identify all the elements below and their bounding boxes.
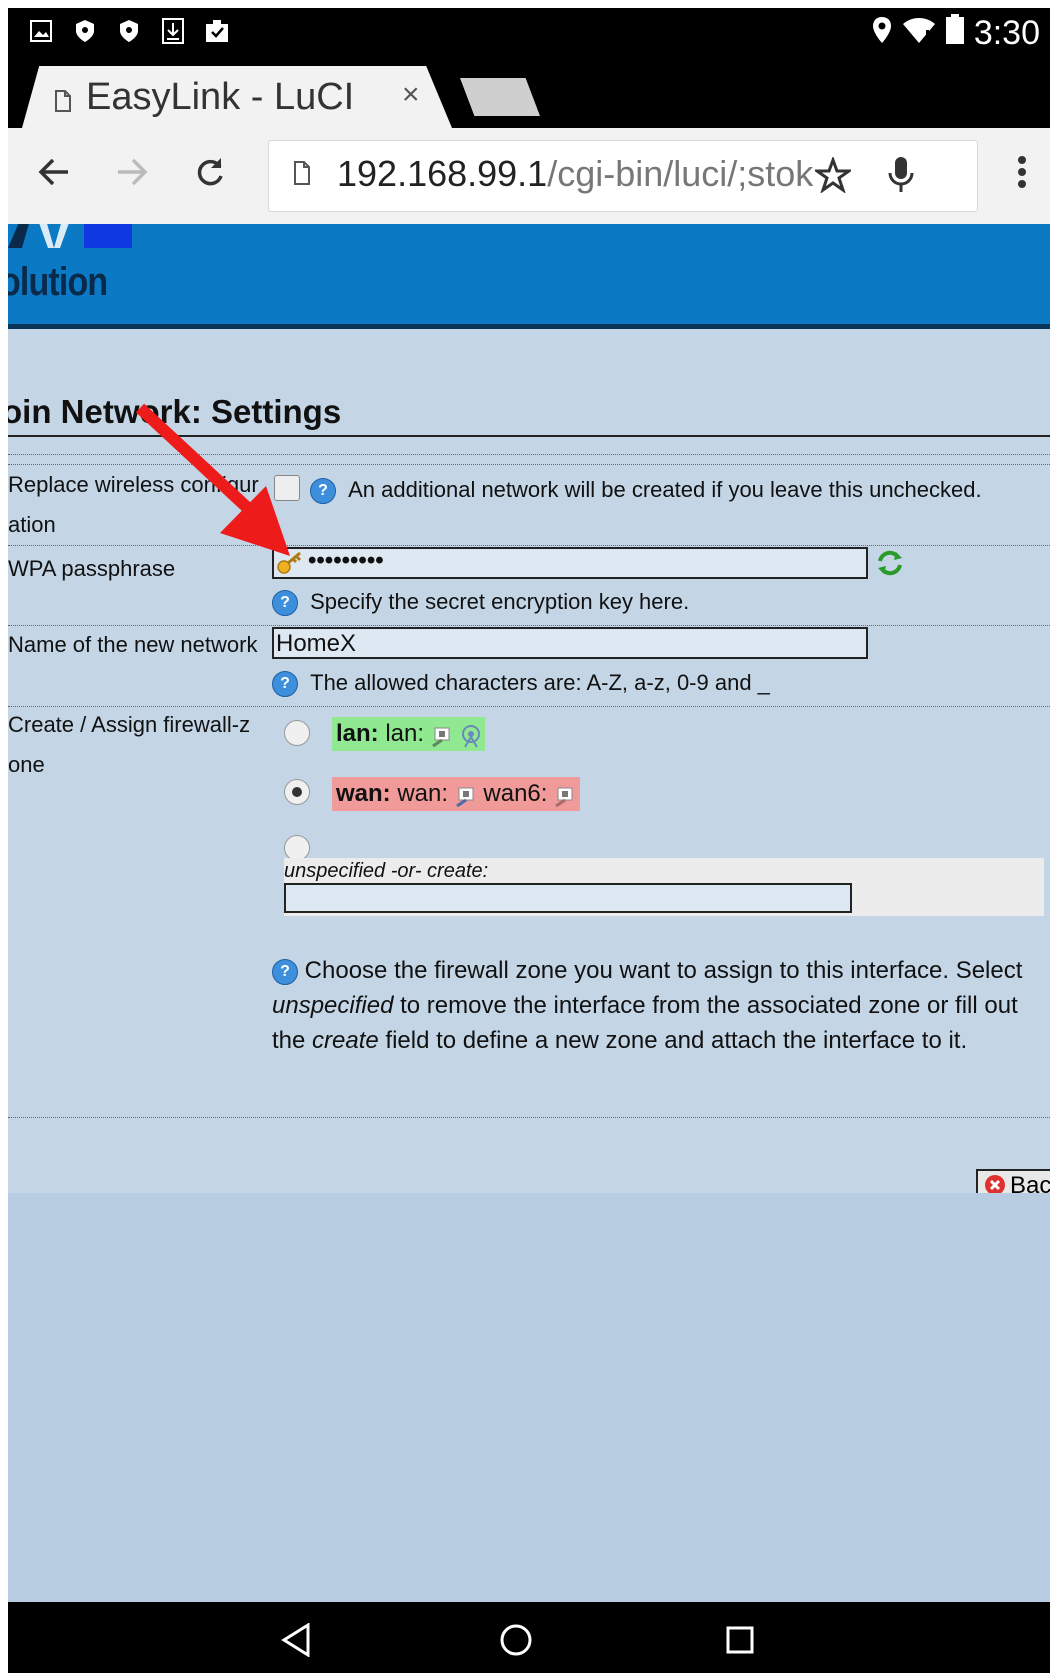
recents-square-icon[interactable] <box>720 1620 760 1660</box>
annotation-arrow <box>135 403 290 556</box>
android-nav-bar <box>8 1602 1050 1673</box>
screen: 3:30 EasyLink - LuCI × 192.168.99.1/cgi- <box>8 8 1050 1673</box>
back-triangle-icon[interactable] <box>276 1620 316 1660</box>
home-circle-icon[interactable] <box>496 1620 536 1660</box>
